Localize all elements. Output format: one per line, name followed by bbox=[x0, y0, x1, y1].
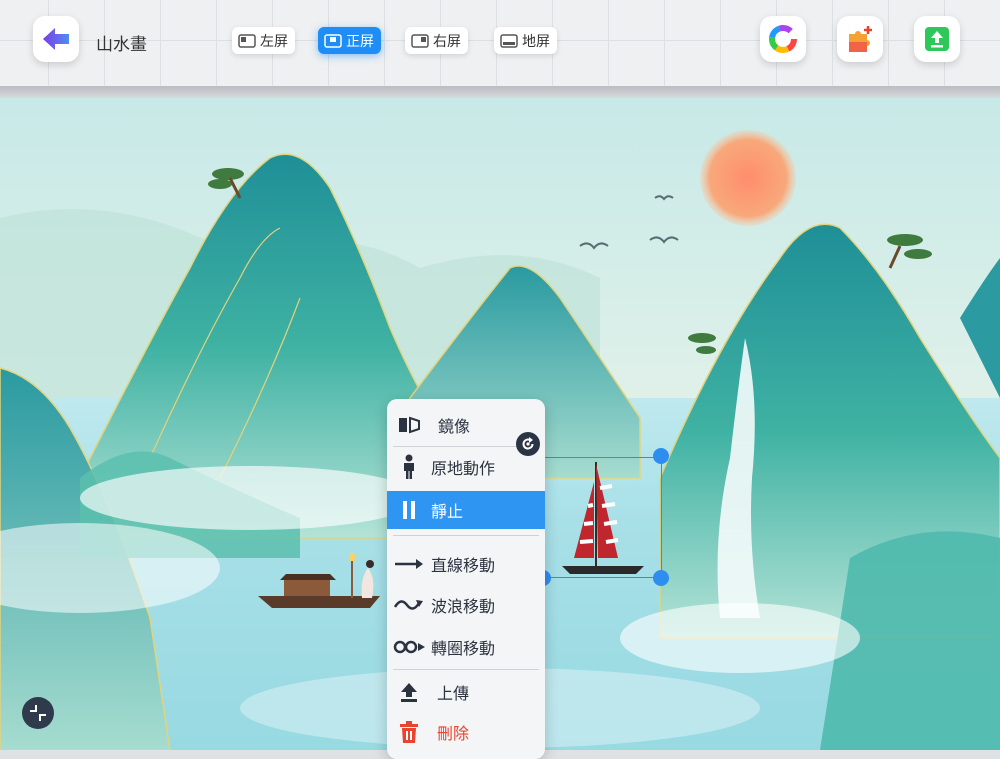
menu-divider bbox=[393, 535, 539, 536]
selection-box bbox=[542, 457, 662, 578]
screen-front-button[interactable]: 正屏 bbox=[318, 27, 381, 54]
color-button[interactable] bbox=[760, 16, 806, 62]
menu-item-label: 波浪移動 bbox=[431, 597, 496, 616]
toolbar-divider bbox=[0, 86, 1000, 98]
menu-item-delete[interactable]: 刪除 bbox=[387, 713, 545, 751]
resize-handle-bottom-right[interactable] bbox=[653, 570, 669, 586]
menu-item-still[interactable]: 靜止 bbox=[387, 491, 545, 529]
menu-item-loop-move[interactable]: 轉圈移動 bbox=[387, 628, 545, 666]
menu-item-wave-move[interactable]: 波浪移動 bbox=[387, 586, 545, 624]
wave-icon bbox=[387, 598, 431, 612]
menu-item-label: 刪除 bbox=[437, 724, 470, 743]
screen-floor-label: 地屏 bbox=[522, 33, 550, 50]
menu-item-upload[interactable]: 上傳 bbox=[387, 673, 545, 711]
rotate-handle[interactable] bbox=[516, 432, 540, 456]
puzzle-add-icon bbox=[849, 26, 872, 52]
person-icon bbox=[387, 454, 431, 480]
menu-divider bbox=[393, 669, 539, 670]
menu-item-label: 轉圈移動 bbox=[431, 639, 496, 658]
menu-item-label: 靜止 bbox=[431, 502, 464, 521]
pause-icon bbox=[387, 500, 431, 520]
screen-right-button[interactable]: 右屏 bbox=[405, 27, 468, 54]
upload-button[interactable] bbox=[914, 16, 960, 62]
screen-right-label: 右屏 bbox=[433, 33, 461, 50]
screen-icon bbox=[500, 33, 518, 48]
menu-item-label: 鏡像 bbox=[438, 417, 471, 436]
arrow-right-icon bbox=[387, 558, 431, 570]
screen-left-label: 左屏 bbox=[260, 33, 288, 50]
collapse-icon bbox=[30, 705, 46, 721]
menu-item-label: 直線移動 bbox=[431, 556, 496, 575]
resize-handle-top-right[interactable] bbox=[653, 448, 669, 464]
color-wheel-icon bbox=[769, 25, 797, 53]
page-title: 山水畫 bbox=[96, 35, 147, 55]
screen-icon bbox=[324, 33, 342, 48]
sun bbox=[700, 130, 796, 226]
mirror-icon bbox=[387, 415, 431, 435]
screen-left-button[interactable]: 左屏 bbox=[232, 27, 295, 54]
trash-icon bbox=[387, 721, 431, 743]
screen-front-label: 正屏 bbox=[346, 33, 374, 50]
upload-icon bbox=[925, 27, 949, 51]
upload-icon bbox=[387, 681, 431, 703]
screen-icon bbox=[238, 33, 256, 48]
add-sprite-button[interactable] bbox=[837, 16, 883, 62]
loop-icon bbox=[387, 640, 431, 654]
screen-icon bbox=[411, 33, 429, 48]
back-button[interactable] bbox=[33, 16, 79, 62]
menu-item-linear-move[interactable]: 直線移動 bbox=[387, 545, 545, 583]
back-arrow-icon bbox=[43, 28, 69, 50]
menu-item-label: 原地動作 bbox=[431, 459, 496, 478]
collapse-button[interactable] bbox=[22, 697, 54, 729]
rotate-icon bbox=[522, 437, 534, 450]
screen-floor-button[interactable]: 地屏 bbox=[494, 27, 557, 54]
menu-item-label: 上傳 bbox=[437, 684, 470, 703]
